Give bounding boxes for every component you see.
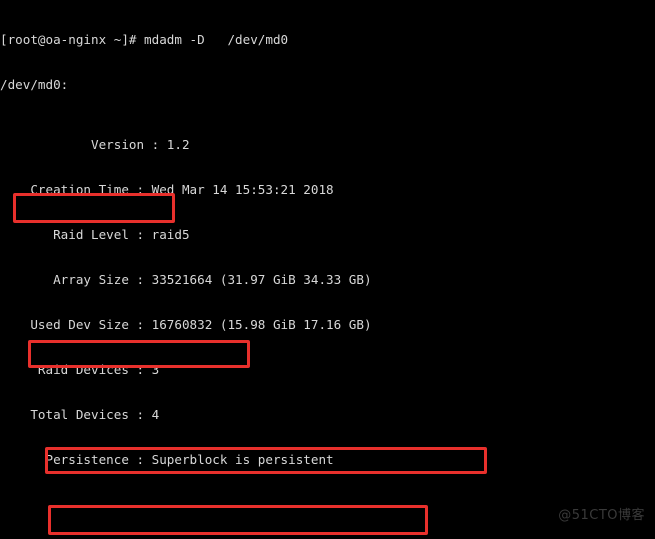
field-total-devices: Total Devices : 4 (0, 407, 160, 422)
command-line: [root@oa-nginx ~]# mdadm -D /dev/md0 (0, 32, 289, 47)
field-raid-level: Raid Level : raid5 (0, 227, 190, 242)
field-raid-devices: Raid Devices : 3 (0, 362, 160, 377)
terminal-screen: [root@oa-nginx ~]# mdadm -D /dev/md0 /de… (0, 0, 655, 539)
field-version: Version : 1.2 (0, 137, 190, 152)
field-persistence: Persistence : Superblock is persistent (0, 452, 334, 467)
field-creation-time: Creation Time : Wed Mar 14 15:53:21 2018 (0, 182, 334, 197)
device-target-line: /dev/md0: (0, 77, 69, 92)
watermark-label: @51CTO博客 (558, 508, 645, 523)
field-array-size: Array Size : 33521664 (31.97 GiB 34.33 G… (0, 272, 372, 287)
field-used-dev-size: Used Dev Size : 16760832 (15.98 GiB 17.1… (0, 317, 372, 332)
terminal-output[interactable]: [root@oa-nginx ~]# mdadm -D /dev/md0 /de… (0, 0, 655, 539)
